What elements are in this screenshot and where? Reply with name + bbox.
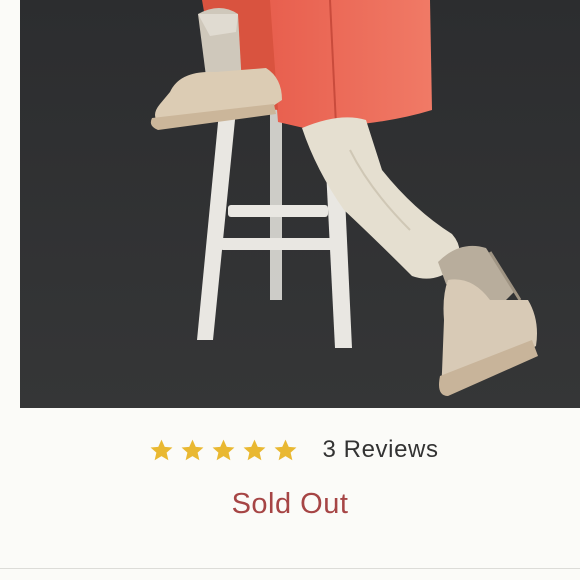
product-image[interactable] [20,0,580,408]
star-icon [275,439,297,460]
star-icon [182,439,204,460]
star-icon [151,439,173,460]
divider [0,568,580,569]
star-icon [244,439,266,460]
rating-row[interactable]: 3 Reviews [0,430,580,470]
sold-out-label: Sold Out [231,488,349,520]
product-photo-illustration [20,0,580,408]
star-icon [213,439,235,460]
reviews-link[interactable]: 3 Reviews [322,436,438,464]
product-page: 3 Reviews Sold Out [0,0,580,580]
star-rating [149,438,298,463]
